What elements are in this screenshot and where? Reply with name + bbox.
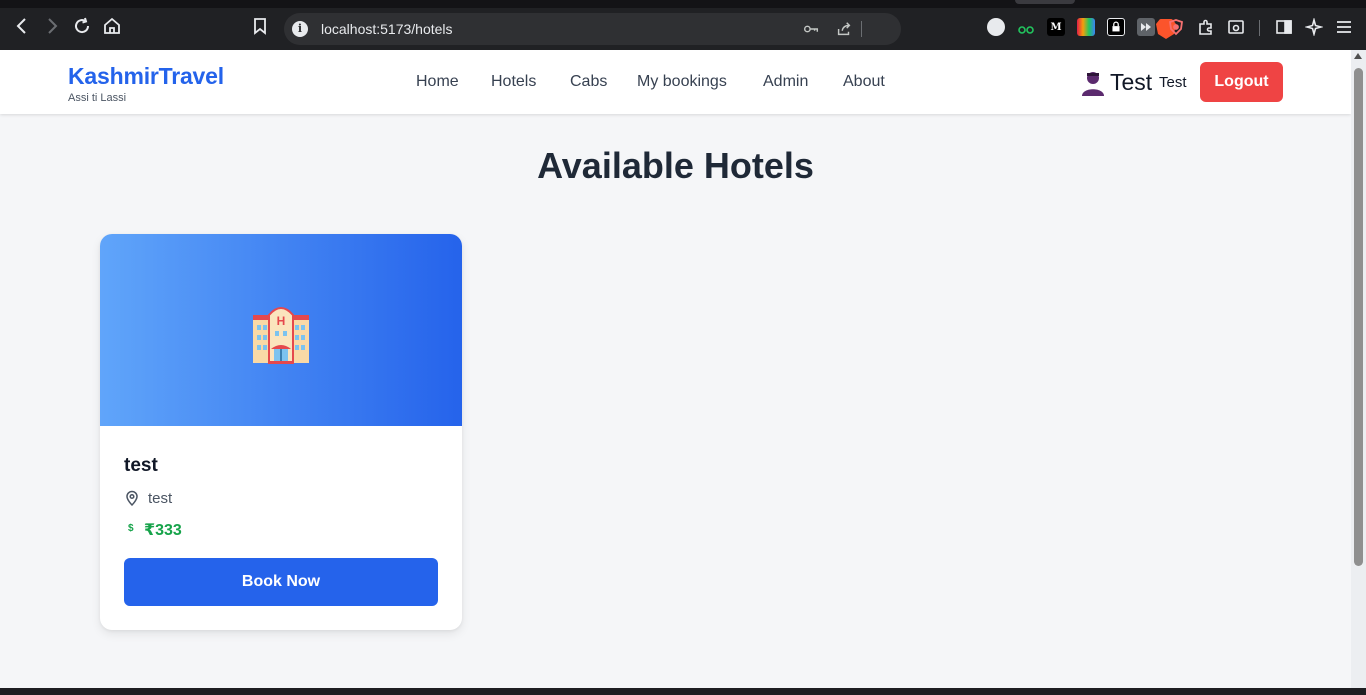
extension-fastforward-icon[interactable] (1137, 18, 1155, 36)
user-name: Test (1159, 74, 1187, 91)
extension-glasses-icon[interactable] (1017, 18, 1035, 36)
location-pin-icon (126, 490, 138, 506)
hotel-card: H test test $ ₹333 Book Now (100, 234, 462, 630)
hotel-name: test (124, 455, 158, 476)
page-viewport: KashmirTravel Assi ti Lassi Home Hotels … (0, 50, 1351, 688)
user-display-name: Test (1110, 69, 1153, 95)
hotel-price: ₹333 (144, 522, 182, 539)
hotel-card-hero: H (100, 234, 462, 426)
url-divider (861, 21, 862, 37)
bookmark-icon[interactable] (248, 14, 272, 38)
hotel-building-icon: H (253, 307, 309, 364)
extension-colors-icon[interactable] (1077, 18, 1095, 36)
nav-link-admin[interactable]: Admin (763, 73, 808, 91)
extension-shield-icon[interactable] (1167, 18, 1185, 36)
nav-link-cabs[interactable]: Cabs (570, 73, 607, 91)
toolbar-divider (1259, 20, 1260, 36)
nav-link-my-bookings[interactable]: My bookings (637, 73, 727, 91)
address-bar[interactable]: i localhost:5173/hotels (284, 13, 1176, 45)
forward-icon[interactable] (40, 14, 64, 38)
page-title: Available Hotels (537, 145, 814, 186)
extensions-puzzle-icon[interactable] (1197, 18, 1215, 36)
home-icon[interactable] (100, 14, 124, 38)
dollar-icon: $ (128, 523, 134, 534)
extension-spy-icon[interactable] (987, 18, 1005, 36)
url-text[interactable]: localhost:5173/hotels (321, 21, 453, 37)
back-icon[interactable] (10, 14, 34, 38)
share-icon[interactable] (835, 20, 853, 38)
scroll-up-arrow[interactable] (1354, 53, 1362, 59)
key-icon[interactable] (802, 20, 820, 38)
user-avatar-icon (1082, 72, 1104, 96)
menu-icon[interactable] (1335, 18, 1353, 36)
logout-button[interactable]: Logout (1200, 62, 1283, 102)
nav-link-about[interactable]: About (843, 73, 885, 91)
extension-medium-icon[interactable]: M (1047, 18, 1065, 36)
leo-ai-icon[interactable] (1305, 18, 1323, 36)
extension-lock-icon[interactable] (1107, 18, 1125, 36)
svg-text:H: H (277, 314, 286, 328)
active-tab-indicator (1015, 0, 1075, 4)
book-now-button[interactable]: Book Now (124, 558, 438, 606)
scrollbar-thumb[interactable] (1354, 68, 1363, 566)
hotel-location: test (148, 490, 173, 507)
brand-logo[interactable]: KashmirTravel (68, 63, 224, 90)
window-bottom-edge (0, 688, 1366, 695)
browser-toolbar: i localhost:5173/hotels M (0, 0, 1366, 50)
site-info-icon[interactable]: i (292, 21, 308, 37)
reload-icon[interactable] (70, 14, 94, 38)
tab-strip (0, 0, 1366, 8)
nav-link-home[interactable]: Home (416, 73, 459, 91)
site-navbar: KashmirTravel Assi ti Lassi Home Hotels … (0, 50, 1351, 114)
brand-tagline: Assi ti Lassi (68, 92, 127, 104)
reader-mode-icon[interactable] (1227, 18, 1245, 36)
nav-link-hotels[interactable]: Hotels (491, 73, 536, 91)
sidebar-icon[interactable] (1275, 18, 1293, 36)
